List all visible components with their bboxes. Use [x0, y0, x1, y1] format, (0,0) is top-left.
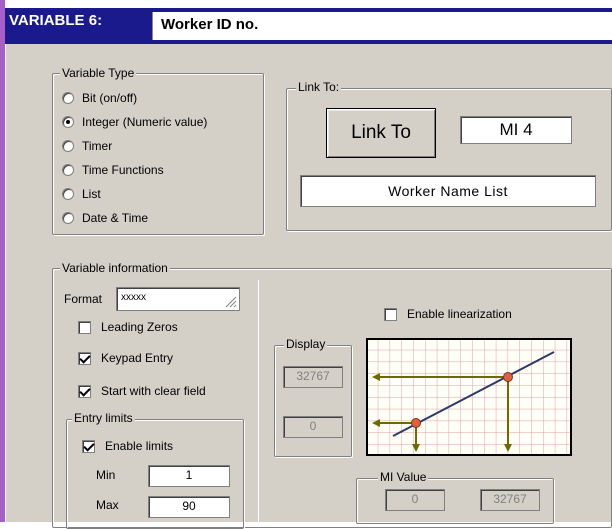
enable-linearization-checkbox[interactable]	[384, 307, 397, 321]
radio-label: Timer	[82, 139, 113, 153]
radio-button[interactable]	[62, 212, 74, 224]
checkbox-label: Leading Zeros	[101, 320, 178, 334]
start-clear-checkbox[interactable]	[78, 384, 91, 398]
mi-value-legend: MI Value	[378, 470, 429, 484]
resize-grip-icon	[225, 296, 237, 308]
display-high-field[interactable]: 32767	[283, 366, 343, 388]
leading-zeros-checkbox[interactable]	[78, 320, 91, 334]
variable-number-label: VARIABLE 6:	[9, 12, 103, 29]
max-field[interactable]: 90	[148, 496, 230, 518]
checkbox-label: Keypad Entry	[101, 351, 174, 365]
radio-timer[interactable]: Timer	[62, 134, 262, 158]
link-to-legend: Link To:	[296, 80, 342, 94]
display-low-field[interactable]: 0	[283, 416, 343, 438]
enable-limits-option[interactable]: Enable limits	[82, 436, 173, 456]
radio-button[interactable]	[62, 92, 74, 104]
checkbox-label: Enable linearization	[407, 307, 512, 321]
radio-time-functions[interactable]: Time Functions	[62, 158, 262, 182]
variable-information-legend: Variable information	[60, 261, 170, 275]
start-clear-option[interactable]: Start with clear field	[78, 381, 206, 401]
radio-label: Integer (Numeric value)	[82, 115, 208, 129]
display-group	[274, 345, 352, 457]
radio-integer[interactable]: Integer (Numeric value)	[62, 110, 262, 134]
enable-linearization-option[interactable]: Enable linearization	[384, 304, 512, 324]
entry-limits-legend: Entry limits	[72, 411, 135, 425]
variable-name-field[interactable]: Worker ID no.	[152, 12, 612, 40]
radio-label: Bit (on/off)	[82, 91, 138, 105]
format-field[interactable]: xxxxx	[116, 287, 240, 311]
vertical-separator	[258, 280, 259, 522]
radio-label: Time Functions	[82, 163, 164, 177]
radio-date-time[interactable]: Date & Time	[62, 206, 262, 230]
linearization-graph	[366, 338, 572, 456]
mi-high-field[interactable]: 32767	[480, 489, 540, 511]
display-legend: Display	[284, 337, 328, 351]
link-target-field[interactable]: MI 4	[460, 116, 572, 144]
variable-type-legend: Variable Type	[60, 66, 137, 80]
checkbox-label: Enable limits	[105, 439, 174, 453]
radio-list[interactable]: List	[62, 182, 262, 206]
checkbox-label: Start with clear field	[101, 384, 206, 398]
keypad-entry-option[interactable]: Keypad Entry	[78, 348, 173, 368]
graph-point-low	[411, 418, 421, 428]
keypad-entry-checkbox[interactable]	[78, 351, 91, 365]
radio-label: Date & Time	[82, 211, 149, 225]
graph-point-high	[503, 372, 513, 382]
min-field[interactable]: 1	[148, 465, 230, 487]
radio-bit[interactable]: Bit (on/off)	[62, 86, 262, 110]
link-list-name-field[interactable]: Worker Name List	[300, 175, 596, 207]
format-label: Format	[64, 292, 103, 306]
radio-button[interactable]	[62, 164, 74, 176]
leading-zeros-option[interactable]: Leading Zeros	[78, 317, 178, 337]
radio-button[interactable]	[62, 188, 74, 200]
min-label: Min	[96, 468, 116, 482]
link-to-button[interactable]: Link To	[326, 108, 436, 158]
variable-type-options: Bit (on/off) Integer (Numeric value) Tim…	[62, 86, 262, 230]
mi-low-field[interactable]: 0	[385, 489, 445, 511]
radio-label: List	[82, 187, 101, 201]
format-value: xxxxx	[121, 292, 146, 303]
radio-button[interactable]	[62, 140, 74, 152]
radio-button-selected[interactable]	[62, 116, 74, 128]
enable-limits-checkbox[interactable]	[82, 439, 95, 453]
max-label: Max	[96, 498, 119, 512]
